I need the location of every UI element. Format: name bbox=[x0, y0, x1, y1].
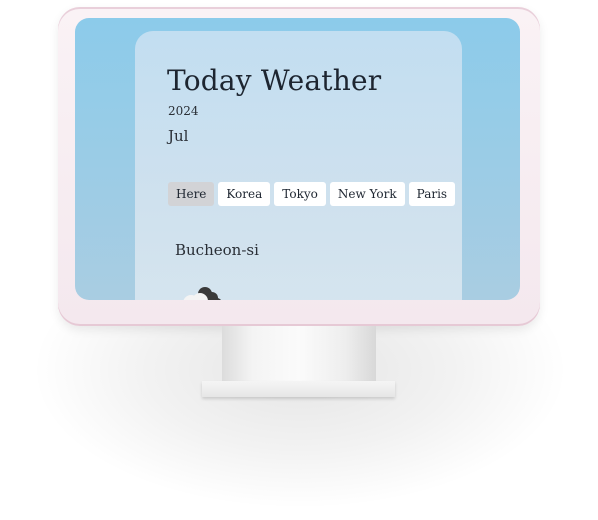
monitor-stand-neck bbox=[222, 326, 376, 382]
current-month: Jul bbox=[168, 127, 189, 145]
tab-korea[interactable]: Korea bbox=[218, 182, 271, 206]
desktop-scene: Today Weather 2024 Jul Here Korea Tokyo … bbox=[0, 0, 598, 520]
monitor-screen: Today Weather 2024 Jul Here Korea Tokyo … bbox=[75, 18, 520, 300]
page-title: Today Weather bbox=[167, 64, 382, 97]
tab-paris[interactable]: Paris bbox=[408, 182, 456, 206]
tab-tokyo[interactable]: Tokyo bbox=[274, 182, 326, 206]
monitor-stand-base bbox=[202, 381, 395, 397]
current-year: 2024 bbox=[168, 104, 199, 118]
city-name: Bucheon-si bbox=[175, 241, 259, 259]
location-tabs: Here Korea Tokyo New York Paris bbox=[168, 182, 456, 206]
weather-app-card: Today Weather 2024 Jul Here Korea Tokyo … bbox=[135, 31, 462, 300]
tab-here[interactable]: Here bbox=[168, 182, 215, 206]
tab-new-york[interactable]: New York bbox=[329, 182, 405, 206]
cloudy-icon bbox=[183, 287, 221, 300]
